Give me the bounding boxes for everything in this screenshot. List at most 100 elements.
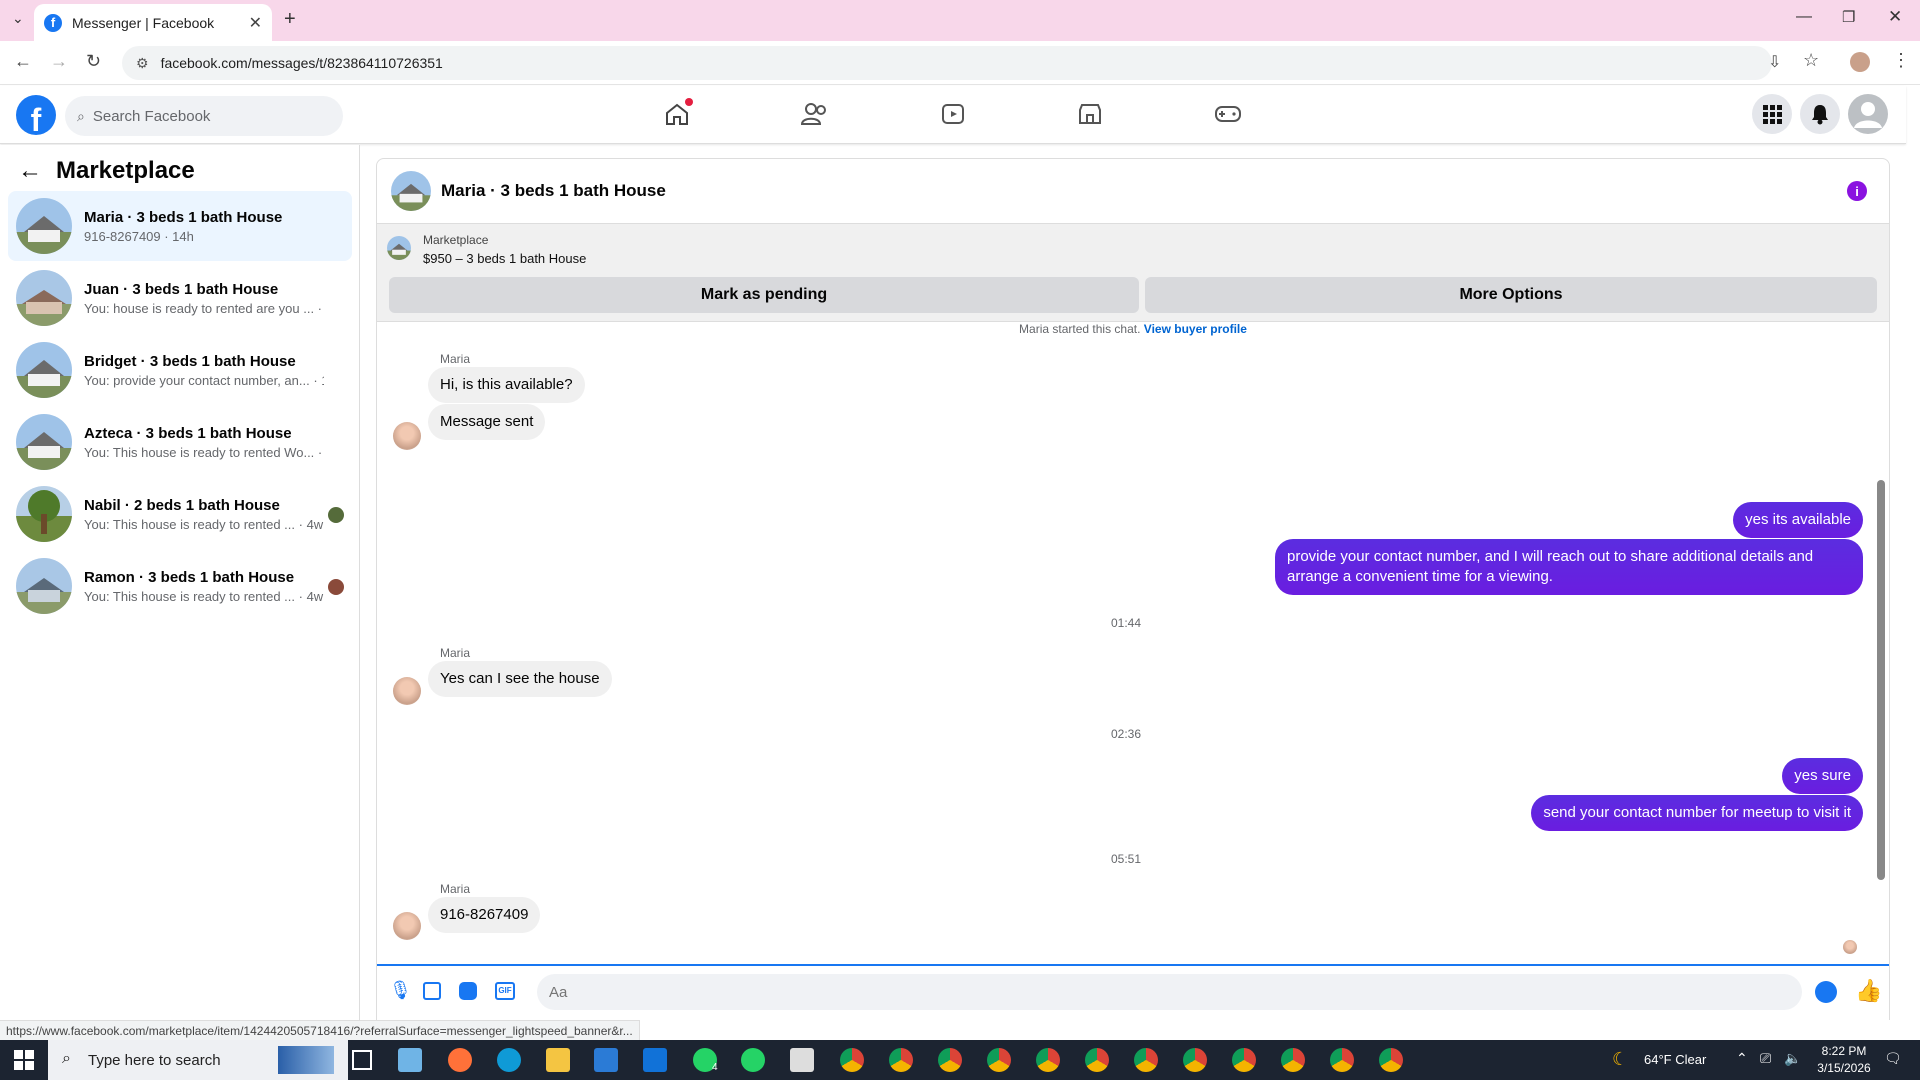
notification-center-icon[interactable]: 🗨 [1884,1050,1902,1067]
chrome-icon[interactable] [889,1048,913,1072]
profile-avatar[interactable] [1850,52,1870,72]
account-avatar[interactable] [1848,94,1888,134]
chrome-icon[interactable] [1183,1048,1207,1072]
taskbar-search-placeholder: Type here to search [88,1051,221,1069]
home-nav-icon[interactable] [657,94,697,134]
new-tab-icon[interactable]: + [284,8,296,31]
message-bubble-incoming[interactable]: Message sent [428,404,546,440]
show-hidden-icons[interactable]: ⌃ [1736,1050,1748,1067]
timestamp: 05:51 [1110,852,1142,866]
message-bubble-incoming[interactable]: Yes can I see the house [428,661,612,697]
site-info-icon[interactable]: ⚙ [136,55,149,72]
close-window-icon[interactable]: ✕ [1888,7,1902,27]
thumbs-up-icon[interactable]: 👍 [1855,978,1882,1004]
more-options-button[interactable]: More Options [1145,277,1877,313]
close-tab-icon[interactable]: ✕ [249,13,262,33]
browser-tab[interactable]: f Messenger | Facebook ✕ [34,4,272,41]
info-icon[interactable]: i [1847,181,1867,201]
message-bubble-incoming[interactable]: Hi, is this available? [428,367,585,403]
microphone-icon[interactable]: 🎙 [389,980,412,1001]
reload-icon[interactable]: ↻ [86,51,101,72]
thread-scrollbar[interactable] [1877,330,1885,940]
task-view-icon[interactable] [352,1050,372,1070]
message-bubble-incoming[interactable]: 916-8267409 [428,897,541,933]
mark-as-pending-button[interactable]: Mark as pending [389,277,1139,313]
home-notification-dot [685,98,693,106]
gif-icon[interactable]: GIF [495,982,515,1000]
chrome-icon[interactable] [1232,1048,1256,1072]
outlook-icon[interactable] [643,1048,667,1072]
listing-source: Marketplace [423,233,489,247]
timestamp: 01:44 [1110,616,1142,630]
minimize-icon[interactable]: — [1796,8,1812,26]
facebook-logo[interactable]: f [16,95,56,135]
file-explorer-icon[interactable] [546,1048,570,1072]
bookmark-star-icon[interactable]: ☆ [1803,50,1819,71]
forward-icon[interactable]: → [50,51,68,72]
url-field[interactable]: ⚙ facebook.com/messages/t/82386411072635… [122,46,1772,80]
message-bubble-outgoing[interactable]: yes sure [1782,758,1863,794]
conversation-item[interactable]: Bridget · 3 beds 1 bath House You: provid… [8,335,352,405]
volume-icon[interactable]: 🔈 [1784,1050,1801,1067]
chrome-icon[interactable] [1085,1048,1109,1072]
video-nav-icon[interactable] [933,94,973,134]
taskbar-app-icon[interactable] [790,1048,814,1072]
scrollbar-thumb[interactable] [1877,480,1885,880]
conversation-item[interactable]: Nabil · 2 beds 1 bath House You: This hou… [8,479,352,549]
photo-icon[interactable] [423,982,441,1000]
taskbar-search-field[interactable]: ⌕ Type here to search [48,1040,348,1080]
maria-avatar[interactable] [393,677,421,705]
chrome-icon[interactable] [1330,1048,1354,1072]
clock-time[interactable]: 8:22 PM [1812,1044,1876,1058]
friends-nav-icon[interactable] [795,94,835,134]
message-input[interactable] [537,974,1802,1010]
edge-icon[interactable] [497,1048,521,1072]
whatsapp-icon[interactable] [741,1048,765,1072]
chrome-icon[interactable] [1036,1048,1060,1072]
chrome-icon[interactable] [1281,1048,1305,1072]
chrome-icon[interactable] [1134,1048,1158,1072]
weather-moon-icon[interactable]: ☾ [1612,1049,1628,1070]
message-bubble-outgoing[interactable]: yes its available [1733,502,1863,538]
tab-search-icon[interactable]: ⌄ [12,10,24,27]
listing-thumbnail [16,342,72,398]
firefox-icon[interactable] [448,1048,472,1072]
message-bubble-outgoing[interactable]: provide your contact number, and I will … [1275,539,1863,595]
back-arrow-icon[interactable]: ← [18,157,42,185]
chat-title[interactable]: Maria · 3 beds 1 bath House [441,181,666,201]
marketplace-nav-icon[interactable] [1070,94,1110,134]
store-icon[interactable] [594,1048,618,1072]
conversation-item[interactable]: Ramon · 3 beds 1 bath House You: This hou… [8,551,352,621]
conversation-name: Maria · 3 beds 1 bath House [84,208,283,226]
maria-avatar[interactable] [393,422,421,450]
chrome-icon[interactable] [840,1048,864,1072]
view-buyer-profile-link[interactable]: View buyer profile [1144,322,1247,336]
gaming-nav-icon[interactable] [1208,94,1248,134]
maria-avatar[interactable] [393,912,421,940]
listing-title[interactable]: $950 – 3 beds 1 bath House [423,251,586,266]
windows-start-icon[interactable] [14,1050,34,1070]
menu-grid-icon[interactable] [1752,94,1792,134]
taskbar-app-icon[interactable] [398,1048,422,1072]
timestamp: 02:36 [1110,727,1142,741]
chat-listing-avatar[interactable] [391,171,431,211]
conversation-item[interactable]: Juan · 3 beds 1 bath House You: house is … [8,263,352,333]
chrome-icon[interactable] [1379,1048,1403,1072]
notifications-bell-icon[interactable] [1800,94,1840,134]
install-app-icon[interactable]: ⇩ [1768,52,1781,72]
chrome-icon[interactable] [938,1048,962,1072]
weather-text[interactable]: 64°F Clear [1644,1052,1706,1067]
back-icon[interactable]: ← [14,51,32,72]
chrome-icon[interactable] [987,1048,1011,1072]
clock-date[interactable]: 3/15/2026 [1812,1061,1876,1075]
restore-icon[interactable]: ❐ [1842,8,1855,26]
facebook-search-field[interactable]: ⌕ Search Facebook [65,96,343,136]
chat-window: Maria · 3 beds 1 bath House i Marketplac… [376,158,1890,1020]
browser-menu-icon[interactable]: ⋮ [1892,50,1910,71]
sticker-icon[interactable] [459,982,477,1000]
message-bubble-outgoing[interactable]: send your contact number for meetup to v… [1531,795,1863,831]
emoji-icon[interactable] [1815,981,1837,1003]
conversation-item[interactable]: Azteca · 3 beds 1 bath House You: This ho… [8,407,352,477]
conversation-item[interactable]: Maria · 3 beds 1 bath House 916-8267409 ·… [8,191,352,261]
network-icon[interactable]: ⎚ [1760,1050,1771,1067]
